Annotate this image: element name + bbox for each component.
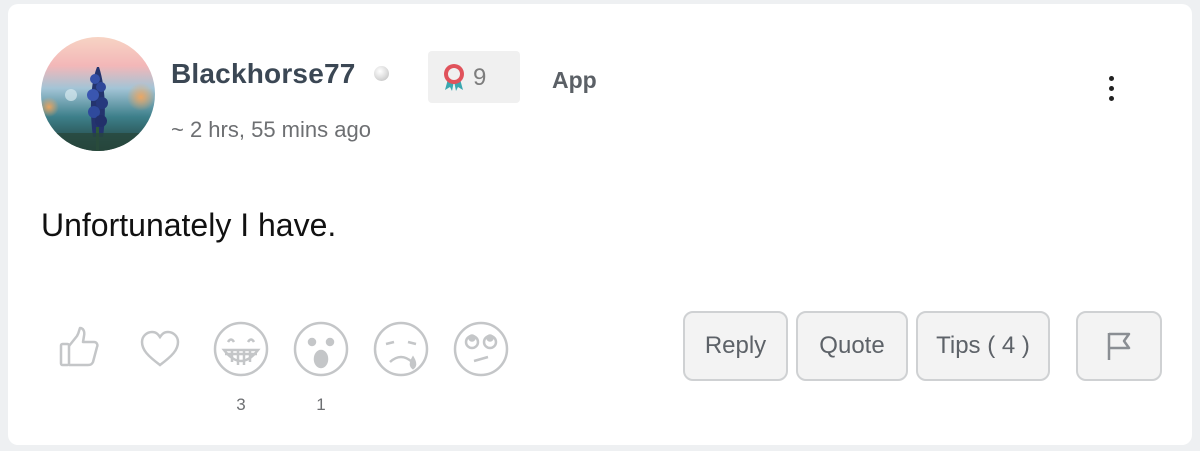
grin-icon[interactable] — [212, 320, 270, 378]
avatar[interactable] — [41, 37, 155, 151]
online-status-dot — [374, 66, 389, 81]
reply-button[interactable]: Reply — [683, 311, 788, 381]
post-card: Blackhorse77 9 App ~ 2 hrs, 55 mins ago … — [8, 4, 1192, 445]
flag-button[interactable] — [1076, 311, 1162, 381]
badge-count: 9 — [473, 64, 487, 91]
tips-button[interactable]: Tips ( 4 ) — [916, 311, 1050, 381]
post-source: App — [552, 67, 597, 93]
quote-button[interactable]: Quote — [796, 311, 908, 381]
thumbs-up-icon[interactable] — [56, 324, 102, 370]
eye-roll-icon[interactable] — [452, 320, 510, 378]
post-body: Unfortunately I have. — [41, 207, 337, 243]
flag-icon — [1104, 330, 1134, 362]
post-timestamp: ~ 2 hrs, 55 mins ago — [171, 117, 371, 142]
surprised-icon[interactable] — [292, 320, 350, 378]
wow-count: 1 — [316, 395, 326, 414]
award-ribbon-icon — [441, 63, 467, 96]
username[interactable]: Blackhorse77 — [171, 58, 356, 90]
sad-icon[interactable] — [372, 320, 430, 378]
heart-icon[interactable] — [138, 329, 182, 369]
more-vertical-icon[interactable] — [1098, 72, 1124, 106]
grin-count: 3 — [236, 395, 246, 414]
rank-badge[interactable]: 9 — [428, 51, 520, 103]
